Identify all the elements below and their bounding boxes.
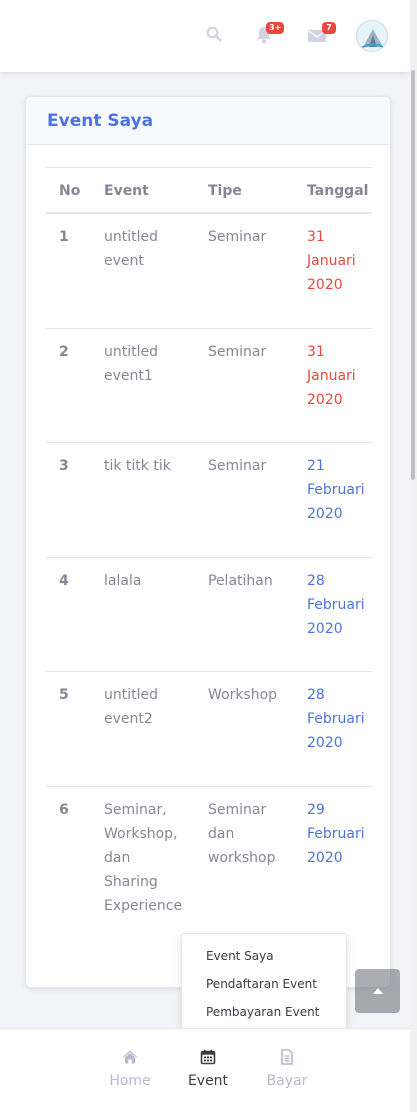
dropdown-item-event-saya[interactable]: Event Saya: [206, 949, 274, 963]
event-type-line: Seminar: [208, 458, 267, 474]
table-header-divider: [46, 212, 372, 214]
event-name-line: Workshop,: [104, 825, 178, 842]
card-title: Event Saya: [47, 111, 154, 131]
event-type-line: Seminar: [208, 229, 267, 245]
nav-item-event[interactable]: Event: [168, 1029, 248, 1112]
column-header-tanggal: Tanggal: [307, 183, 369, 199]
topbar: 3+ 7: [0, 0, 410, 72]
table-row-divider: [46, 671, 372, 672]
event-date-line: 2020: [307, 277, 343, 293]
event-type-line: Workshop: [208, 687, 278, 703]
event-date: 21 Februari 2020: [307, 454, 379, 526]
event-name-line: event: [104, 253, 144, 269]
event-date: 28 Februari 2020: [307, 569, 379, 641]
event-type: Pelatihan: [208, 569, 298, 593]
event-date-line: 2020: [307, 735, 343, 751]
event-type-line: workshop: [208, 849, 276, 866]
row-number: 4: [59, 572, 69, 589]
event-date-line: 28: [307, 572, 325, 589]
event-name-line: untitled: [104, 687, 159, 703]
event-dropdown-menu: Event Saya Pendaftaran Event Pembayaran …: [181, 933, 347, 1035]
event-type-line: dan: [208, 825, 235, 842]
search-icon[interactable]: [206, 26, 222, 46]
column-header-tipe: Tipe: [208, 183, 242, 199]
event-date: 31 Januari 2020: [307, 225, 379, 297]
event-name-line: event1: [104, 367, 153, 384]
column-header-event: Event: [104, 183, 149, 199]
event-name-line: lalala: [104, 572, 142, 589]
row-number: 5: [59, 687, 69, 703]
event-date-line: Februari: [307, 482, 365, 498]
event-date-line: 2020: [307, 391, 343, 408]
event-name-line: Sharing: [104, 873, 158, 890]
event-name-line: untitled: [104, 343, 159, 360]
event-name-line: Experience: [104, 897, 183, 914]
event-date: 28 Februari 2020: [307, 683, 379, 755]
event-date-line: Januari: [307, 367, 356, 384]
event-saya-card: Event Saya No Event Tipe Tanggal 1 untitled ev…: [25, 96, 391, 988]
event-date-line: 31: [307, 343, 325, 360]
calendar-icon: [200, 1049, 216, 1065]
event-type: Seminar: [208, 340, 298, 364]
event-date-line: 2020: [307, 620, 343, 637]
row-number: 1: [59, 229, 69, 245]
event-date-line: Februari: [307, 596, 365, 613]
event-date: 31 Januari 2020: [307, 340, 379, 412]
event-date-line: 29: [307, 801, 325, 818]
event-date-line: 2020: [307, 506, 343, 522]
scroll-to-top-button[interactable]: [355, 969, 400, 1013]
nav-label-home: Home: [109, 1073, 151, 1089]
table-row-divider: [46, 785, 372, 787]
event-name-line: tik titk tik: [104, 458, 171, 474]
event-type: Seminar: [208, 454, 298, 478]
event-type-line: Seminar: [208, 801, 267, 818]
bottom-nav: Home Event Bayar: [0, 1028, 410, 1112]
event-date-line: Februari: [307, 825, 365, 842]
table-row-divider: [46, 442, 372, 443]
row-number: 3: [59, 458, 69, 474]
event-name: tik titk tik: [104, 454, 190, 478]
event-type-line: Seminar: [208, 343, 267, 360]
chevron-up-icon: [373, 988, 383, 994]
event-type: Seminar dan workshop: [208, 798, 298, 870]
event-name-line: untitled: [104, 229, 159, 245]
table-top-border: [46, 167, 372, 168]
nav-item-home[interactable]: Home: [90, 1029, 170, 1112]
dropdown-item-pembayaran-event[interactable]: Pembayaran Event: [206, 1005, 319, 1019]
event-type: Seminar: [208, 225, 298, 249]
event-name: lalala: [104, 569, 190, 593]
event-type: Workshop: [208, 683, 298, 707]
row-number: 6: [59, 801, 69, 818]
event-name: Seminar, Workshop, dan Sharing Experience: [104, 798, 190, 918]
messages-badge: 7: [322, 22, 336, 34]
nav-label-bayar: Bayar: [266, 1073, 308, 1089]
event-date-line: Januari: [307, 253, 356, 269]
column-header-no: No: [59, 183, 81, 199]
receipt-icon: [279, 1049, 295, 1065]
table-row-divider: [46, 327, 372, 329]
event-name-line: event2: [104, 711, 153, 727]
event-date-line: 2020: [307, 849, 343, 866]
event-date-line: Februari: [307, 711, 365, 727]
event-name-line: dan: [104, 849, 131, 866]
avatar[interactable]: [356, 20, 388, 52]
dropdown-item-pendaftaran-event[interactable]: Pendaftaran Event: [206, 977, 317, 991]
event-date: 29 Februari 2020: [307, 798, 379, 870]
event-name: untitled event: [104, 225, 190, 273]
event-name: untitled event1: [104, 340, 190, 388]
event-type-line: Pelatihan: [208, 572, 273, 589]
table-row-divider: [46, 556, 372, 558]
event-name-line: Seminar,: [104, 801, 167, 818]
event-date-line: 28: [307, 687, 325, 703]
event-date-line: 31: [307, 229, 325, 245]
nav-item-bayar[interactable]: Bayar: [247, 1029, 327, 1112]
event-date-line: 21: [307, 458, 325, 474]
nav-label-event: Event: [187, 1073, 229, 1089]
row-number: 2: [59, 343, 69, 360]
event-name: untitled event2: [104, 683, 190, 731]
home-icon: [122, 1049, 138, 1065]
scrollbar-thumb[interactable]: [411, 70, 415, 480]
alerts-badge: 3+: [266, 22, 285, 34]
